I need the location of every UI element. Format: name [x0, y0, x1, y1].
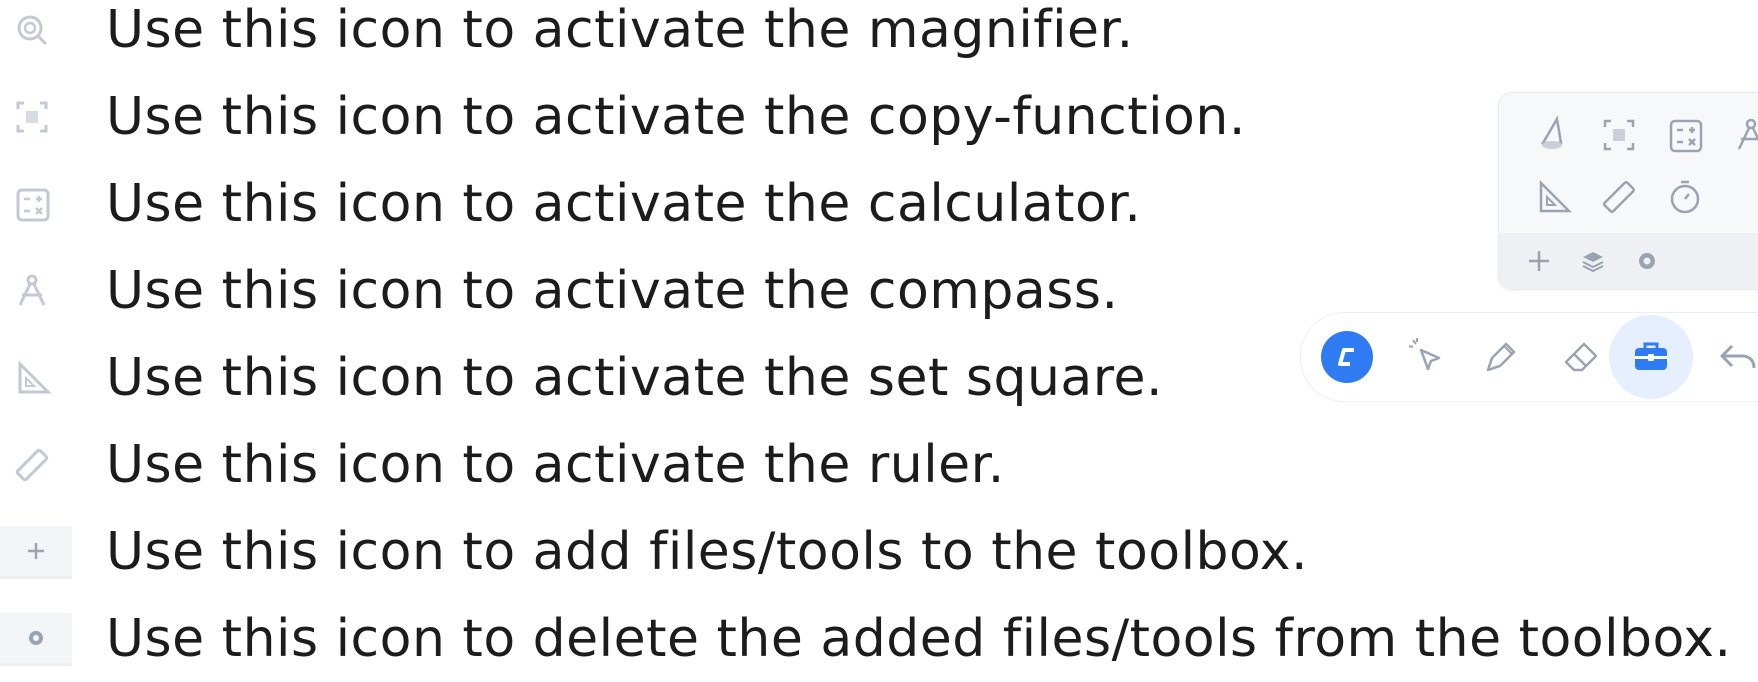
instruction-text: Use this icon to activate the magnifier. [106, 0, 1134, 60]
instruction-text: Use this icon to activate the calculator… [106, 174, 1142, 234]
eraser-icon[interactable] [1551, 327, 1611, 387]
layers-icon[interactable] [1571, 239, 1615, 283]
main-toolbar [1300, 312, 1758, 402]
instruction-row: Use this icon to delete the added files/… [0, 599, 1758, 679]
toolbox-footer [1499, 233, 1758, 289]
magnifier-icon[interactable] [1529, 111, 1577, 159]
copy-function-icon [10, 95, 54, 139]
instruction-row: Use this icon to activate the magnifier. [0, 0, 1758, 70]
timer-icon[interactable] [1661, 173, 1709, 221]
magnifier-icon [10, 8, 54, 52]
pen-icon[interactable] [1471, 327, 1531, 387]
instruction-text: Use this icon to delete the added files/… [106, 609, 1732, 669]
calculator-icon[interactable] [1661, 111, 1709, 159]
delete-icon[interactable] [1625, 239, 1669, 283]
compass-icon[interactable] [1727, 111, 1758, 159]
instruction-text: Use this icon to activate the set square… [106, 348, 1164, 408]
instruction-text: Use this icon to add files/tools to the … [106, 522, 1309, 582]
instruction-row: Use this icon to activate the calculator… [0, 164, 1758, 244]
ruler-icon [10, 443, 54, 487]
set-square-icon [10, 356, 54, 400]
compass-icon [10, 269, 54, 313]
delete-icon [0, 613, 72, 666]
ruler-icon[interactable] [1595, 173, 1643, 221]
instruction-text: Use this icon to activate the ruler. [106, 435, 1005, 495]
pointer-icon[interactable] [1396, 327, 1456, 387]
add-icon [0, 526, 72, 579]
instruction-row: Use this icon to activate the copy-funct… [0, 77, 1758, 157]
set-square-icon[interactable] [1529, 173, 1577, 221]
undo-icon[interactable] [1709, 327, 1758, 387]
instruction-row: Use this icon to add files/tools to the … [0, 512, 1758, 592]
instruction-row: Use this icon to activate the ruler. [0, 425, 1758, 505]
toolbox-panel [1498, 92, 1758, 290]
app-logo-icon[interactable] [1321, 331, 1373, 383]
copy-function-icon[interactable] [1595, 111, 1643, 159]
add-icon[interactable] [1517, 239, 1561, 283]
toolbox-icon[interactable] [1609, 315, 1693, 399]
calculator-icon [10, 182, 54, 226]
instruction-text: Use this icon to activate the copy-funct… [106, 87, 1246, 147]
instruction-text: Use this icon to activate the compass. [106, 261, 1119, 321]
